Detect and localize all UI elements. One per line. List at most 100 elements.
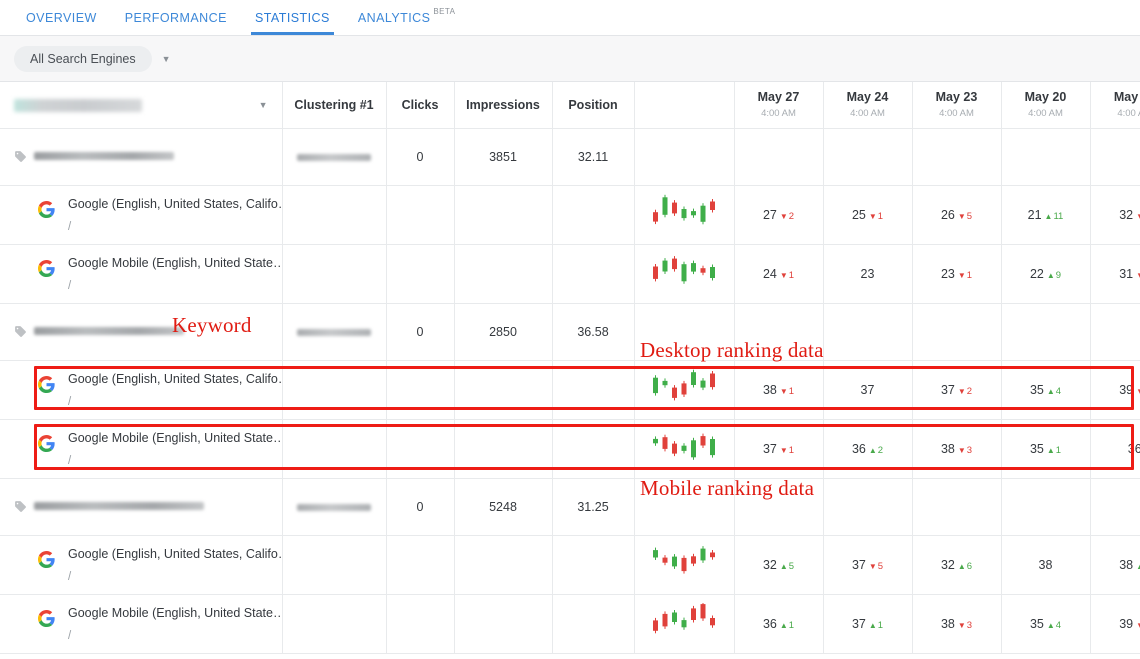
- rank-value: 38: [762, 382, 777, 397]
- rank-value: 39: [1119, 382, 1134, 397]
- clicks-cell: [385, 419, 454, 479]
- column-header-keyword[interactable]: ▼: [0, 82, 282, 129]
- delta-value: 1: [788, 269, 795, 281]
- arrow-up-icon: ▲: [1046, 270, 1055, 280]
- rank-value: 32: [762, 557, 777, 572]
- rank-delta-down: ▼3: [1136, 270, 1140, 281]
- keyword-cell[interactable]: [0, 128, 282, 186]
- rank-cell: 38▲2: [1089, 535, 1140, 595]
- keyword-cell[interactable]: [0, 303, 282, 361]
- clicks-cell: 0: [385, 478, 454, 536]
- column-header-impressions[interactable]: Impressions: [453, 82, 552, 129]
- arrow-up-icon: ▲: [1046, 386, 1055, 396]
- chevron-down-icon[interactable]: ▼: [259, 100, 268, 110]
- search-engine-row: Google (English, United States, Califo… /…: [0, 535, 1140, 595]
- sparkline-cell[interactable]: [633, 594, 734, 654]
- delta-value: 11: [1053, 210, 1064, 222]
- rank-delta-down: ▼1: [1136, 211, 1140, 222]
- impressions-cell: 5248: [453, 478, 552, 536]
- search-engine-filter-chip[interactable]: All Search Engines: [14, 45, 152, 72]
- keyword-cell[interactable]: [0, 478, 282, 536]
- rank-cell-empty: [733, 128, 823, 186]
- tab-overview[interactable]: OVERVIEW: [12, 0, 111, 35]
- rank-cell: 37 ▼1: [733, 419, 823, 479]
- google-logo-icon: [38, 609, 55, 627]
- arrow-up-icon: ▲: [1136, 562, 1140, 571]
- sparkline-cell[interactable]: [633, 419, 734, 479]
- rank-value: 38: [940, 441, 955, 456]
- rankings-table: ▼ Clustering #1 Clicks Impressions Position M…: [0, 82, 1140, 654]
- engine-path: /: [68, 629, 72, 642]
- column-header-position[interactable]: Position: [551, 82, 634, 129]
- column-header-clicks[interactable]: Clicks: [385, 82, 454, 129]
- sparkline-cell[interactable]: [633, 244, 734, 304]
- tab-beta-badge: BETA: [433, 7, 456, 16]
- tab-statistics[interactable]: STATISTICS: [241, 0, 344, 35]
- clustering-cell: [281, 419, 386, 479]
- column-header-date-1[interactable]: May 24 4:00 AM: [822, 82, 912, 129]
- impressions-cell: [453, 360, 552, 420]
- arrow-down-icon: ▼: [957, 620, 966, 630]
- arrow-down-icon: ▼: [1136, 271, 1140, 280]
- rank-cell: 35 ▲4: [1000, 594, 1090, 654]
- rank-delta-down: ▼1: [780, 445, 794, 456]
- rank-delta-up: ▲1: [869, 620, 883, 631]
- statistics-page: OVERVIEW PERFORMANCE STATISTICS ANALYTICS BE…: [0, 0, 1140, 659]
- delta-value: 3: [966, 444, 973, 456]
- rank-cell: 23 ▼1: [911, 244, 1001, 304]
- rank-cell: 37 ▲1: [822, 594, 912, 654]
- tab-analytics[interactable]: ANALYTICS BETA: [344, 0, 470, 35]
- engine-name-cell[interactable]: Google (English, United States, Califo… /: [0, 360, 282, 420]
- arrow-up-icon: ▲: [1046, 445, 1055, 455]
- column-header-date-4[interactable]: May 17 4:00 AM: [1089, 82, 1140, 129]
- rank-value: 22: [1029, 266, 1044, 281]
- ranking-sparkline: [653, 256, 715, 284]
- tag-icon: [15, 325, 26, 337]
- rank-cell-empty: [733, 303, 823, 361]
- engine-name-cell[interactable]: Google Mobile (English, United State… /: [0, 244, 282, 304]
- column-header-date-3[interactable]: May 20 4:00 AM: [1000, 82, 1090, 129]
- clustering-cell: [281, 185, 386, 245]
- engine-label: Google Mobile (English, United State…: [68, 256, 282, 271]
- clustering-redacted: [297, 503, 371, 511]
- arrow-down-icon: ▼: [868, 211, 877, 221]
- sparkline-cell[interactable]: [633, 360, 734, 420]
- arrow-down-icon: ▼: [957, 270, 966, 280]
- sparkline-cell[interactable]: [633, 535, 734, 595]
- column-header-date-0[interactable]: May 27 4:00 AM: [733, 82, 823, 129]
- rank-cell: 32 ▲6: [911, 535, 1001, 595]
- rank-value: 37: [851, 557, 866, 572]
- clustering-redacted: [297, 153, 371, 161]
- tab-label: OVERVIEW: [26, 10, 97, 25]
- column-header-clustering[interactable]: Clustering #1: [281, 82, 386, 129]
- engine-name-cell[interactable]: Google Mobile (English, United State… /: [0, 419, 282, 479]
- rank-cell: 38 ▼1: [733, 360, 823, 420]
- engine-path: /: [68, 454, 72, 467]
- rank-value: 23: [940, 266, 955, 281]
- sparkline-cell[interactable]: [633, 185, 734, 245]
- rank-delta-down: ▼1: [958, 270, 972, 281]
- clustering-cell: [281, 303, 386, 361]
- search-engine-row: Google Mobile (English, United State… / 36…: [0, 594, 1140, 654]
- rank-delta-up: ▲5: [780, 561, 794, 572]
- delta-value: 1: [877, 619, 884, 631]
- tab-performance[interactable]: PERFORMANCE: [111, 0, 241, 35]
- rank-cell: 23: [822, 244, 912, 304]
- impressions-cell: [453, 419, 552, 479]
- engine-name-cell[interactable]: Google (English, United States, Califo… /: [0, 185, 282, 245]
- rank-delta-down: ▼1: [1136, 620, 1140, 631]
- rank-cell: 36 ▲2: [822, 419, 912, 479]
- engine-name-cell[interactable]: Google Mobile (English, United State… /: [0, 594, 282, 654]
- column-header-date-2[interactable]: May 23 4:00 AM: [911, 82, 1001, 129]
- engine-name-cell[interactable]: Google (English, United States, Califo… /: [0, 535, 282, 595]
- clustering-redacted: [297, 328, 371, 336]
- chevron-down-icon[interactable]: ▼: [162, 54, 171, 64]
- rank-cell-empty: [1089, 303, 1140, 361]
- position-cell: [551, 244, 634, 304]
- clicks-cell: [385, 244, 454, 304]
- rank-cell-empty: [911, 303, 1001, 361]
- keyword-column-redacted: [14, 98, 142, 112]
- google-logo-icon: [38, 200, 55, 218]
- delta-value: 1: [1055, 444, 1062, 456]
- arrow-down-icon: ▼: [779, 386, 788, 396]
